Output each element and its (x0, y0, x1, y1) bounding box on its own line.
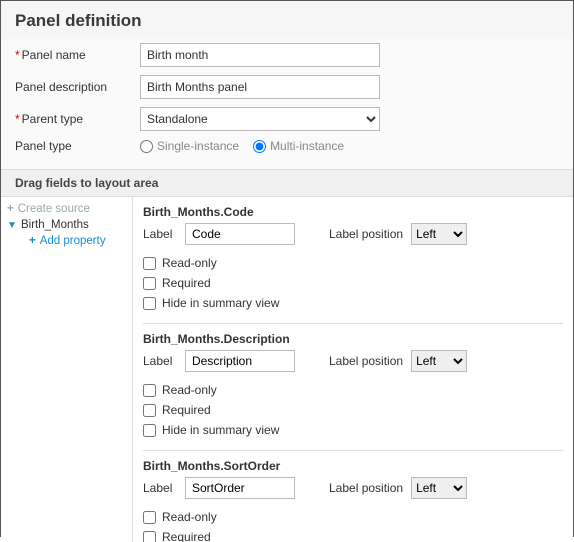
label-caption: Label (143, 354, 177, 368)
field-label-input[interactable] (185, 477, 295, 499)
main-area: + Create source ▼ Birth_Months + Add pro… (1, 197, 573, 542)
create-source-link[interactable]: + Create source (7, 201, 126, 217)
required-row[interactable]: Required (143, 527, 563, 542)
panel-type-label-text: Panel type (15, 139, 140, 153)
label-position-select[interactable]: Left (411, 477, 467, 499)
panel-name-label-text: Panel name (22, 48, 86, 62)
field-title: Birth_Months.Description (143, 332, 563, 346)
field-block: Birth_Months.Description Label Label pos… (143, 323, 563, 450)
source-node[interactable]: ▼ Birth_Months (7, 217, 126, 233)
field-label-row: Label Label position Left (143, 223, 563, 245)
parent-type-row: *Parent type Standalone (15, 107, 559, 131)
form-area: *Panel name Panel description *Parent ty… (1, 39, 573, 169)
panel-name-label: *Panel name (15, 48, 140, 62)
page-title: Panel definition (1, 1, 573, 39)
source-node-label: Birth_Months (21, 219, 89, 231)
field-title: Birth_Months.Code (143, 205, 563, 219)
caret-down-icon: ▼ (7, 220, 17, 231)
source-tree: + Create source ▼ Birth_Months + Add pro… (1, 197, 133, 542)
label-position-caption: Label position (329, 227, 403, 241)
hide-summary-checkbox[interactable] (143, 424, 156, 437)
read-only-row[interactable]: Read-only (143, 507, 563, 527)
required-label: Required (162, 403, 211, 417)
read-only-label: Read-only (162, 256, 217, 270)
multi-instance-option[interactable]: Multi-instance (253, 139, 344, 153)
single-instance-label: Single-instance (157, 139, 239, 153)
read-only-label: Read-only (162, 383, 217, 397)
panel-description-input[interactable] (140, 75, 380, 99)
field-label-input[interactable] (185, 223, 295, 245)
create-source-label: Create source (18, 203, 90, 215)
read-only-row[interactable]: Read-only (143, 253, 563, 273)
add-property-link[interactable]: + Add property (7, 233, 126, 249)
hide-summary-label: Hide in summary view (162, 296, 279, 310)
single-instance-radio[interactable] (140, 140, 153, 153)
panel-type-radio-group: Single-instance Multi-instance (140, 139, 344, 153)
label-position-caption: Label position (329, 354, 403, 368)
read-only-checkbox[interactable] (143, 511, 156, 524)
label-caption: Label (143, 227, 177, 241)
panel-description-label-text: Panel description (15, 80, 140, 94)
hide-summary-row[interactable]: Hide in summary view (143, 420, 563, 440)
field-label-row: Label Label position Left (143, 350, 563, 372)
label-position-select[interactable]: Left (411, 223, 467, 245)
field-label-row: Label Label position Left (143, 477, 563, 499)
plus-icon: + (29, 235, 36, 247)
hide-summary-label: Hide in summary view (162, 423, 279, 437)
panel-type-row: Panel type Single-instance Multi-instanc… (15, 139, 559, 153)
single-instance-option[interactable]: Single-instance (140, 139, 239, 153)
label-position-select[interactable]: Left (411, 350, 467, 372)
read-only-row[interactable]: Read-only (143, 380, 563, 400)
read-only-checkbox[interactable] (143, 384, 156, 397)
panel-name-row: *Panel name (15, 43, 559, 67)
required-checkbox[interactable] (143, 531, 156, 542)
read-only-label: Read-only (162, 510, 217, 524)
required-checkbox[interactable] (143, 277, 156, 290)
required-row[interactable]: Required (143, 273, 563, 293)
required-label: Required (162, 530, 211, 542)
read-only-checkbox[interactable] (143, 257, 156, 270)
required-row[interactable]: Required (143, 400, 563, 420)
field-label-input[interactable] (185, 350, 295, 372)
hide-summary-checkbox[interactable] (143, 297, 156, 310)
drag-fields-header: Drag fields to layout area (1, 169, 573, 197)
required-label: Required (162, 276, 211, 290)
parent-type-select[interactable]: Standalone (140, 107, 380, 131)
field-block: Birth_Months.SortOrder Label Label posit… (143, 450, 563, 542)
field-title: Birth_Months.SortOrder (143, 459, 563, 473)
parent-type-label-text: Parent type (22, 112, 83, 126)
panel-name-input[interactable] (140, 43, 380, 67)
required-checkbox[interactable] (143, 404, 156, 417)
parent-type-label: *Parent type (15, 112, 140, 126)
hide-summary-row[interactable]: Hide in summary view (143, 293, 563, 313)
label-caption: Label (143, 481, 177, 495)
label-position-caption: Label position (329, 481, 403, 495)
multi-instance-radio[interactable] (253, 140, 266, 153)
field-block: Birth_Months.Code Label Label position L… (143, 203, 563, 323)
panel-description-row: Panel description (15, 75, 559, 99)
multi-instance-label: Multi-instance (270, 139, 344, 153)
layout-canvas: Birth_Months.Code Label Label position L… (133, 197, 573, 542)
required-asterisk: * (15, 48, 20, 62)
plus-icon: + (7, 203, 14, 215)
add-property-label: Add property (40, 235, 106, 247)
required-asterisk: * (15, 112, 20, 126)
